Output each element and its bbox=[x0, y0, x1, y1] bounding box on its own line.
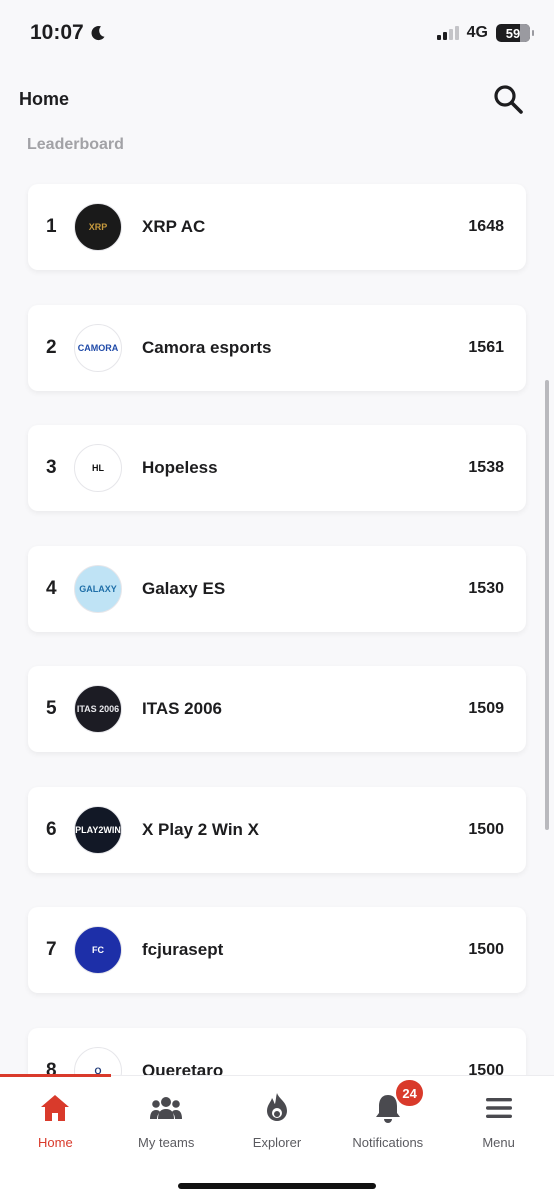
leaderboard-row[interactable]: 5 ITAS 2006 ITAS 2006 1509 bbox=[28, 666, 526, 752]
team-logo: ITAS 2006 bbox=[74, 685, 122, 733]
leaderboard-list[interactable]: 1 XRP XRP AC 1648 2 CAMORA Camora esports 1561 3… bbox=[0, 170, 554, 1075]
leaderboard-row[interactable]: 4 GALAXY Galaxy ES 1530 bbox=[28, 545, 526, 632]
team-logo: GALAXY bbox=[74, 564, 122, 613]
team-logo-text: FC bbox=[92, 945, 104, 955]
team-score: 1500 bbox=[468, 941, 504, 958]
page-title: Home bbox=[19, 88, 70, 109]
status-bar: 10:07 4G 59 bbox=[0, 0, 554, 66]
app-header: Home bbox=[0, 74, 554, 124]
team-name: fcjurasept bbox=[142, 940, 224, 959]
moon-icon bbox=[91, 26, 105, 41]
team-score: 1530 bbox=[468, 579, 504, 597]
team-logo: XRP bbox=[74, 203, 122, 251]
team-score: 1500 bbox=[468, 820, 504, 838]
scrollbar[interactable] bbox=[545, 380, 549, 830]
team-logo-text: HL bbox=[92, 463, 104, 473]
team-logo-text: XRP bbox=[88, 222, 108, 232]
team-logo-text: PLAY2WIN bbox=[75, 824, 121, 835]
team-name: Queretaro bbox=[142, 1060, 224, 1076]
bottom-nav: Home My teams Explorer 24 Notifications … bbox=[0, 1074, 554, 1200]
nav-label-notifications: Notifications bbox=[352, 1135, 424, 1150]
team-logo-text: ITAS 2006 bbox=[76, 704, 120, 714]
team-name: XRP AC bbox=[142, 217, 206, 236]
nav-my-teams[interactable]: My teams bbox=[111, 1076, 222, 1164]
team-logo: CAMORA bbox=[74, 323, 122, 372]
signal-icon bbox=[436, 26, 459, 40]
nav-home[interactable]: Home bbox=[0, 1076, 111, 1164]
team-name: ITAS 2006 bbox=[142, 699, 223, 718]
team-score: 1538 bbox=[468, 459, 504, 476]
clock-text: 10:07 bbox=[30, 21, 84, 44]
battery-level: 59 bbox=[505, 25, 521, 41]
rank-number: 8 bbox=[46, 1059, 57, 1076]
leaderboard-row[interactable]: 1 XRP XRP AC 1648 bbox=[28, 184, 526, 270]
leaderboard-row[interactable]: 3 HL Hopeless 1538 bbox=[28, 425, 526, 511]
status-time: 10:07 bbox=[30, 21, 106, 45]
rank-number: 4 bbox=[46, 577, 57, 599]
team-score: 1500 bbox=[468, 1061, 504, 1076]
rank-number: 6 bbox=[46, 818, 57, 840]
leaderboard-row[interactable]: 8 Q Queretaro 1500 bbox=[28, 1027, 526, 1076]
team-logo-text: GALAXY bbox=[79, 583, 117, 594]
team-logo: HL bbox=[74, 444, 122, 492]
rank-number: 3 bbox=[46, 457, 57, 478]
nav-menu[interactable]: Menu bbox=[443, 1076, 554, 1164]
home-icon bbox=[41, 1095, 70, 1121]
section-title: Leaderboard bbox=[27, 136, 124, 153]
search-button[interactable] bbox=[490, 81, 526, 117]
notification-badge: 24 bbox=[396, 1080, 423, 1106]
team-score: 1561 bbox=[468, 338, 504, 356]
nav-explorer[interactable]: Explorer bbox=[222, 1076, 333, 1164]
rank-number: 5 bbox=[46, 698, 57, 719]
network-label: 4G bbox=[466, 24, 488, 41]
team-name: X Play 2 Win X bbox=[142, 819, 259, 839]
flame-icon bbox=[266, 1093, 287, 1121]
team-logo: Q bbox=[74, 1046, 122, 1075]
leaderboard-row[interactable]: 2 CAMORA Camora esports 1561 bbox=[28, 304, 526, 391]
team-name: Camora esports bbox=[142, 337, 272, 357]
rank-number: 7 bbox=[46, 939, 57, 960]
team-score: 1648 bbox=[468, 218, 504, 235]
team-logo-text: CAMORA bbox=[77, 342, 119, 353]
nav-label-explorer: Explorer bbox=[252, 1135, 302, 1150]
status-indicators: 4G 59 bbox=[436, 24, 534, 42]
leaderboard-row[interactable]: 6 PLAY2WIN X Play 2 Win X 1500 bbox=[28, 786, 526, 873]
team-logo: PLAY2WIN bbox=[74, 805, 122, 854]
leaderboard-row[interactable]: 7 FC fcjurasept 1500 bbox=[28, 907, 526, 993]
nav-label-menu: Menu bbox=[482, 1135, 515, 1150]
nav-notifications[interactable]: 24 Notifications bbox=[332, 1076, 443, 1164]
team-name: Hopeless bbox=[142, 458, 218, 477]
battery-icon: 59 bbox=[496, 24, 534, 42]
rank-number: 1 bbox=[46, 216, 57, 237]
rank-number: 2 bbox=[46, 336, 57, 358]
team-logo: FC bbox=[74, 926, 122, 974]
hamburger-icon bbox=[485, 1098, 512, 1118]
team-name: Galaxy ES bbox=[142, 578, 226, 598]
nav-label-home: Home bbox=[38, 1135, 73, 1150]
nav-label-my-teams: My teams bbox=[138, 1135, 195, 1150]
team-score: 1509 bbox=[468, 700, 504, 717]
home-indicator bbox=[178, 1183, 376, 1189]
users-icon bbox=[150, 1097, 183, 1119]
search-icon bbox=[494, 85, 523, 114]
